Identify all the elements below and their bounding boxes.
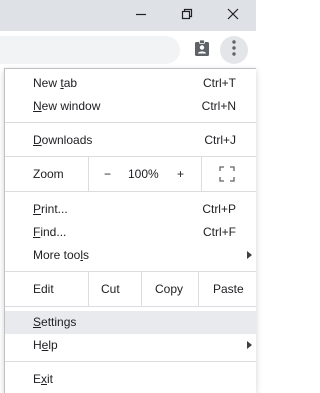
copy-button[interactable]: Copy xyxy=(142,272,198,306)
plus-icon: + xyxy=(177,167,185,181)
menu-item-label: Exit xyxy=(33,372,54,386)
menu-item-label: New window xyxy=(33,99,101,113)
menu-item-shortcut: Ctrl+T xyxy=(203,76,236,90)
menu-item-label: Settings xyxy=(33,315,77,329)
menu-item-shortcut: Ctrl+P xyxy=(202,202,236,216)
menu-item-label: More tools xyxy=(33,248,90,262)
menu-item-label: Find... xyxy=(33,225,67,239)
menu-item-new-window[interactable]: New window Ctrl+N xyxy=(5,95,256,118)
three-dots-vertical-icon xyxy=(232,39,236,61)
edit-label: Edit xyxy=(33,282,54,296)
person-badge-icon xyxy=(194,39,210,62)
copy-label: Copy xyxy=(155,282,184,296)
profile-button[interactable] xyxy=(188,36,216,64)
zoom-row: Zoom − 100% + xyxy=(5,157,256,191)
close-window-button[interactable] xyxy=(210,0,256,31)
paste-label: Paste xyxy=(213,282,244,296)
cut-button[interactable]: Cut xyxy=(89,272,141,306)
menu-separator xyxy=(5,191,256,192)
main-menu: New tab Ctrl+T New window Ctrl+N Downloa… xyxy=(4,68,256,393)
edit-row: Edit Cut Copy Paste xyxy=(5,272,256,306)
zoom-label: Zoom xyxy=(33,167,64,181)
menu-item-print[interactable]: Print... Ctrl+P xyxy=(5,198,256,221)
title-bar xyxy=(0,0,256,31)
fullscreen-button[interactable] xyxy=(202,157,256,191)
menu-item-shortcut: Ctrl+F xyxy=(203,225,236,239)
menu-item-label: Downloads xyxy=(33,133,93,147)
close-icon xyxy=(227,7,239,25)
menu-item-find[interactable]: Find... Ctrl+F xyxy=(5,221,256,244)
menu-item-more-tools[interactable]: More tools xyxy=(5,244,256,267)
fullscreen-icon xyxy=(219,166,235,185)
menu-item-shortcut: Ctrl+J xyxy=(204,133,236,147)
menu-item-label: Print... xyxy=(33,202,68,216)
zoom-out-button[interactable]: − xyxy=(89,157,125,191)
menu-item-label: New tab xyxy=(33,76,78,90)
minimize-icon xyxy=(135,7,147,25)
browser-toolbar xyxy=(0,31,256,68)
menu-item-help[interactable]: Help xyxy=(5,334,256,357)
menu-item-exit[interactable]: Exit xyxy=(5,368,256,391)
menu-item-shortcut: Ctrl+N xyxy=(201,99,236,113)
restore-icon xyxy=(181,7,193,25)
paste-button[interactable]: Paste xyxy=(199,272,256,306)
minimize-button[interactable] xyxy=(118,0,164,31)
zoom-in-button[interactable]: + xyxy=(165,157,201,191)
menu-item-settings[interactable]: Settings xyxy=(5,311,256,334)
menu-separator xyxy=(5,122,256,123)
menu-separator xyxy=(5,306,256,307)
zoom-level: 100% xyxy=(128,167,159,181)
menu-item-new-tab[interactable]: New tab Ctrl+T xyxy=(5,72,256,95)
submenu-arrow-icon xyxy=(247,341,252,349)
minus-icon: − xyxy=(104,167,112,181)
main-menu-button[interactable] xyxy=(220,36,248,64)
address-bar[interactable] xyxy=(0,36,180,64)
restore-button[interactable] xyxy=(164,0,210,31)
submenu-arrow-icon xyxy=(247,251,252,259)
menu-item-label: Help xyxy=(33,338,58,352)
menu-separator xyxy=(5,361,256,362)
cut-label: Cut xyxy=(101,282,120,296)
menu-item-downloads[interactable]: Downloads Ctrl+J xyxy=(5,129,256,152)
